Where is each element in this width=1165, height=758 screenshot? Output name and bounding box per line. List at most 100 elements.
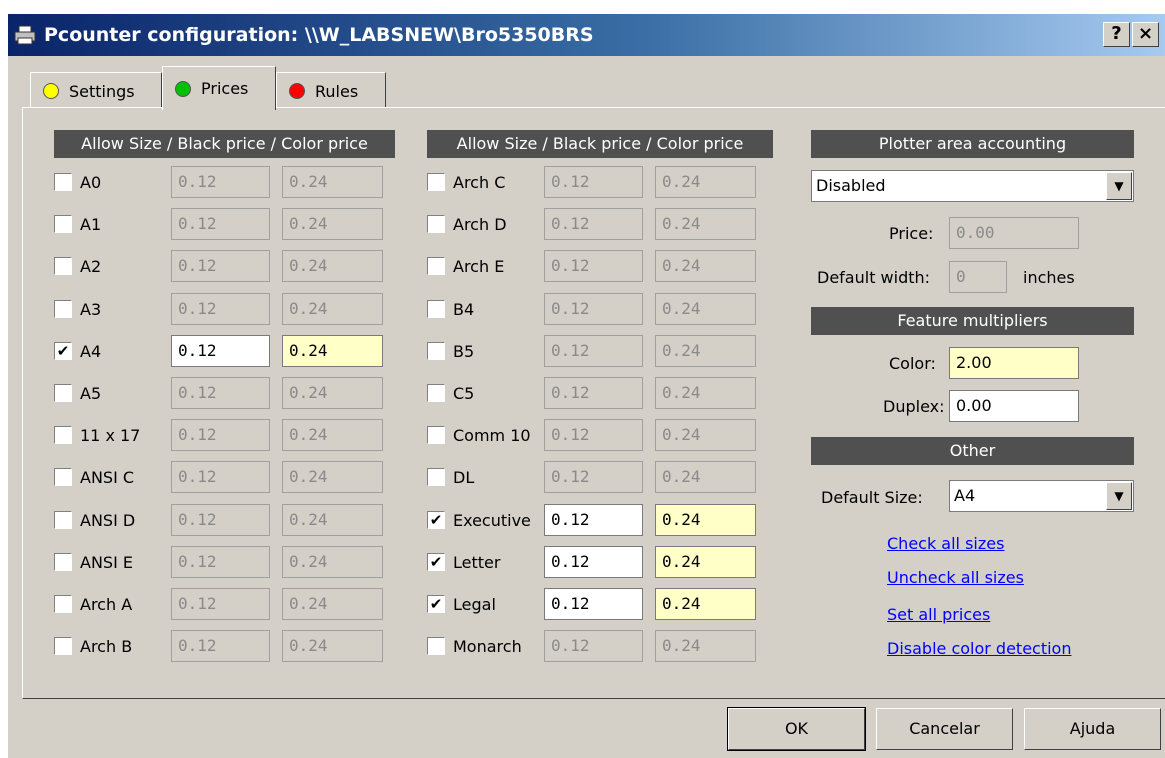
black-price-field[interactable]: 0.12 [544, 293, 643, 325]
tab-prices[interactable]: Prices [162, 66, 276, 110]
plotter-price-field[interactable]: 0.00 [949, 217, 1079, 249]
black-price-field[interactable]: 0.12 [544, 335, 643, 367]
black-price-field[interactable]: 0.12 [544, 250, 643, 282]
ok-button[interactable]: OK [727, 707, 866, 751]
size-checkbox[interactable] [427, 257, 445, 275]
color-price-field[interactable]: 0.24 [655, 377, 756, 409]
color-price-field[interactable]: 0.24 [655, 630, 756, 662]
size-checkbox[interactable]: ✔ [54, 342, 72, 360]
size-checkbox[interactable]: ✔ [427, 511, 445, 529]
black-price-field[interactable]: 0.12 [171, 250, 270, 282]
size-checkbox[interactable] [54, 595, 72, 613]
color-price-field[interactable]: 0.24 [655, 546, 756, 578]
size-checkbox[interactable] [427, 426, 445, 444]
black-price-field[interactable]: 0.12 [544, 461, 643, 493]
disable-color-detection-link[interactable]: Disable color detection [887, 639, 1071, 658]
black-price-field[interactable]: 0.12 [171, 166, 270, 198]
color-price-field[interactable]: 0.24 [282, 335, 383, 367]
close-icon[interactable]: × [1132, 22, 1159, 47]
size-row: ✔ A4 [54, 336, 101, 366]
size-checkbox[interactable] [427, 300, 445, 318]
color-price-field[interactable]: 0.24 [282, 250, 383, 282]
size-checkbox[interactable]: ✔ [427, 595, 445, 613]
duplex-multiplier-field[interactable]: 0.00 [949, 390, 1079, 422]
set-all-prices-link[interactable]: Set all prices [887, 605, 990, 624]
size-label: Arch E [453, 256, 505, 276]
color-price-field[interactable]: 0.24 [282, 546, 383, 578]
uncheck-all-sizes-link[interactable]: Uncheck all sizes [887, 568, 1024, 587]
color-price-field[interactable]: 0.24 [655, 166, 756, 198]
black-price-field[interactable]: 0.12 [171, 461, 270, 493]
size-checkbox[interactable] [427, 468, 445, 486]
size-row: C5 [427, 378, 474, 408]
size-checkbox[interactable] [54, 384, 72, 402]
color-price-field[interactable]: 0.24 [282, 166, 383, 198]
size-checkbox[interactable] [54, 637, 72, 655]
size-checkbox[interactable] [54, 300, 72, 318]
black-price-field[interactable]: 0.12 [171, 293, 270, 325]
size-label: A5 [80, 383, 102, 403]
color-price-field[interactable]: 0.24 [655, 504, 756, 536]
color-price-field[interactable]: 0.24 [282, 208, 383, 240]
plotter-mode-select[interactable]: Disabled ▼ [811, 170, 1134, 202]
black-price-field[interactable]: 0.12 [171, 630, 270, 662]
size-checkbox[interactable]: ✔ [427, 553, 445, 571]
size-checkbox[interactable] [427, 215, 445, 233]
size-checkbox[interactable] [427, 173, 445, 191]
black-price-field[interactable]: 0.12 [544, 630, 643, 662]
size-checkbox[interactable] [54, 173, 72, 191]
color-price-field[interactable]: 0.24 [655, 250, 756, 282]
color-price-field[interactable]: 0.24 [282, 504, 383, 536]
size-checkbox[interactable] [54, 511, 72, 529]
header-left: Allow Size / Black price / Color price [54, 130, 395, 158]
chevron-down-icon[interactable]: ▼ [1106, 482, 1132, 510]
color-price-field[interactable]: 0.24 [282, 588, 383, 620]
color-price-field[interactable]: 0.24 [655, 588, 756, 620]
color-price-field[interactable]: 0.24 [282, 377, 383, 409]
size-checkbox[interactable] [427, 342, 445, 360]
color-price-field[interactable]: 0.24 [655, 335, 756, 367]
color-price-field[interactable]: 0.24 [282, 419, 383, 451]
black-price-field[interactable]: 0.12 [171, 208, 270, 240]
size-checkbox[interactable] [427, 637, 445, 655]
duplex-multiplier-label: Duplex: [883, 397, 945, 416]
size-checkbox[interactable] [427, 384, 445, 402]
black-price-field[interactable]: 0.12 [544, 166, 643, 198]
size-checkbox[interactable] [54, 426, 72, 444]
color-price-field[interactable]: 0.24 [282, 293, 383, 325]
black-price-field[interactable]: 0.12 [171, 377, 270, 409]
color-price-field[interactable]: 0.24 [655, 461, 756, 493]
default-size-select[interactable]: A4 ▼ [949, 480, 1134, 512]
chevron-down-icon[interactable]: ▼ [1106, 172, 1132, 200]
color-price-field[interactable]: 0.24 [655, 208, 756, 240]
black-price-field[interactable]: 0.12 [544, 546, 643, 578]
help-icon[interactable]: ? [1103, 22, 1130, 47]
black-price-field[interactable]: 0.12 [171, 335, 270, 367]
black-price-field[interactable]: 0.12 [544, 504, 643, 536]
size-checkbox[interactable] [54, 553, 72, 571]
check-all-sizes-link[interactable]: Check all sizes [887, 534, 1004, 553]
default-width-field[interactable]: 0 [949, 261, 1007, 293]
black-price-field[interactable]: 0.12 [544, 419, 643, 451]
prices-panel: Allow Size / Black price / Color price A… [22, 107, 1165, 699]
black-price-field[interactable]: 0.12 [171, 419, 270, 451]
black-price-field[interactable]: 0.12 [171, 504, 270, 536]
cancel-button[interactable]: Cancelar [876, 708, 1013, 750]
black-price-field[interactable]: 0.12 [544, 208, 643, 240]
color-price-field[interactable]: 0.24 [282, 630, 383, 662]
tab-settings[interactable]: Settings [30, 72, 162, 110]
color-price-field[interactable]: 0.24 [655, 293, 756, 325]
black-price-field[interactable]: 0.12 [171, 588, 270, 620]
size-row: Arch C [427, 167, 505, 197]
color-price-field[interactable]: 0.24 [282, 461, 383, 493]
black-price-field[interactable]: 0.12 [171, 546, 270, 578]
size-checkbox[interactable] [54, 468, 72, 486]
black-price-field[interactable]: 0.12 [544, 377, 643, 409]
tab-rules[interactable]: Rules [276, 72, 386, 110]
color-multiplier-field[interactable]: 2.00 [949, 347, 1079, 379]
help-button[interactable]: Ajuda [1024, 708, 1161, 750]
color-price-field[interactable]: 0.24 [655, 419, 756, 451]
black-price-field[interactable]: 0.12 [544, 588, 643, 620]
size-checkbox[interactable] [54, 257, 72, 275]
size-checkbox[interactable] [54, 215, 72, 233]
